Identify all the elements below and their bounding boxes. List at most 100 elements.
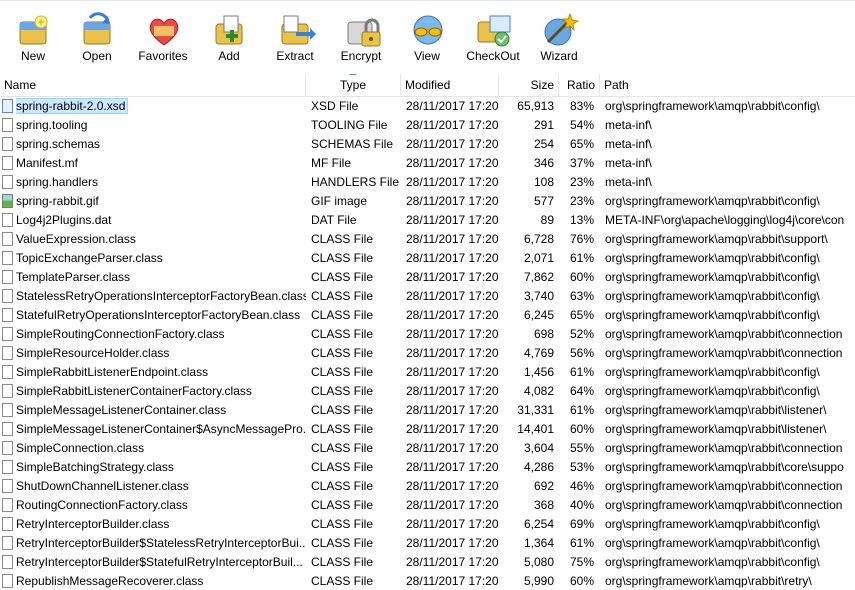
file-row[interactable]: spring-rabbit.gif GIF image 28/11/2017 17:…	[0, 192, 855, 211]
file-icon	[2, 327, 13, 341]
file-ratio: 65%	[562, 135, 594, 154]
file-row[interactable]: SimpleMessageListenerContainer.class CLAS…	[0, 401, 855, 420]
checkout-button[interactable]: CheckOut	[460, 6, 526, 68]
open-button[interactable]: Open	[64, 6, 130, 68]
column-header-path[interactable]: Path	[600, 74, 855, 96]
file-row[interactable]: SimpleConnection.class CLASS File 28/11/20…	[0, 439, 855, 458]
file-modified: 28/11/2017 17:20	[406, 116, 502, 135]
file-path-text: org\springframework\amqp\rabbit\listener…	[605, 403, 827, 417]
file-size-text: 698	[533, 327, 554, 341]
file-row[interactable]: spring.handlers HANDLERS File 28/11/2017 1…	[0, 173, 855, 192]
file-icon	[2, 137, 13, 151]
file-name-text: SimpleRabbitListenerEndpoint.class	[16, 365, 209, 379]
file-row[interactable]: ShutDownChannelListener.class CLASS File 2…	[0, 477, 855, 496]
file-modified-text: 28/11/2017 17:20	[406, 365, 499, 379]
file-row[interactable]: Manifest.mf MF File 28/11/2017 17:20 346 37%…	[0, 154, 855, 173]
file-row[interactable]: TemplateParser.class CLASS File 28/11/2017…	[0, 268, 855, 287]
file-ratio: 61%	[562, 249, 594, 268]
file-size-text: 346	[533, 156, 554, 170]
file-name: spring.handlers	[16, 173, 306, 192]
file-type-text: GIF image	[311, 194, 368, 208]
extract-button[interactable]: Extract	[262, 6, 328, 68]
file-modified-text: 28/11/2017 17:20	[406, 137, 499, 151]
add-button[interactable]: Add	[196, 6, 262, 68]
file-row[interactable]: Log4j2Plugins.dat DAT File 28/11/2017 17:2…	[0, 211, 855, 230]
file-name-text: SimpleMessageListenerContainer$AsyncMess…	[16, 422, 306, 436]
file-row[interactable]: SimpleRoutingConnectionFactory.class CLAS…	[0, 325, 855, 344]
file-path-text: org\springframework\amqp\rabbit\config\	[605, 384, 820, 398]
file-name-text: RetryInterceptorBuilder$StatelessRetryIn…	[16, 536, 306, 550]
file-name-text: Manifest.mf	[16, 156, 79, 170]
file-type: CLASS File	[311, 496, 401, 515]
file-size: 577	[500, 192, 554, 211]
favorites-button[interactable]: Favorites	[130, 6, 196, 68]
file-modified: 28/11/2017 17:20	[406, 382, 502, 401]
file-ratio: 61%	[562, 363, 594, 382]
file-ratio: 55%	[562, 439, 594, 458]
column-header-modified[interactable]: Modified	[401, 74, 499, 96]
file-row[interactable]: SimpleResourceHolder.class CLASS File 28/1…	[0, 344, 855, 363]
file-ratio: 61%	[562, 534, 594, 553]
file-row[interactable]: spring.tooling TOOLING File 28/11/2017 17:…	[0, 116, 855, 135]
column-header-size[interactable]: Size	[499, 74, 559, 96]
file-modified-text: 28/11/2017 17:20	[406, 574, 499, 588]
file-list-header: Name Type Modified Size Ratio Path	[0, 74, 855, 97]
open-archive-icon	[83, 12, 111, 45]
column-header-type[interactable]: Type	[306, 74, 401, 96]
file-name: ShutDownChannelListener.class	[16, 477, 306, 496]
new-button[interactable]: New	[0, 6, 66, 68]
file-type-text: CLASS File	[311, 422, 374, 436]
file-path: org\springframework\amqp\rabbit\listener…	[605, 420, 855, 439]
file-row[interactable]: RetryInterceptorBuilder.class CLASS File 2…	[0, 515, 855, 534]
file-row[interactable]: SimpleBatchingStrategy.class CLASS File 28…	[0, 458, 855, 477]
file-ratio: 63%	[562, 287, 594, 306]
file-row[interactable]: spring-rabbit-2.0.xsd XSD File 28/11/2017 …	[0, 97, 855, 116]
file-type: CLASS File	[311, 553, 401, 572]
file-modified: 28/11/2017 17:20	[406, 97, 502, 116]
file-size: 291	[500, 116, 554, 135]
view-button[interactable]: View	[394, 6, 460, 68]
file-path-text: org\springframework\amqp\rabbit\config\	[605, 251, 820, 265]
checkout-icon	[477, 15, 511, 47]
file-type-text: MF File	[311, 156, 351, 170]
file-row[interactable]: StatefulRetryOperationsInterceptorFactor…	[0, 306, 855, 325]
file-size-text: 89	[540, 213, 554, 227]
encrypt-button[interactable]: Encrypt	[328, 6, 394, 68]
file-row[interactable]: RetryInterceptorBuilder$StatelessRetryIn…	[0, 534, 855, 553]
file-row[interactable]: SimpleRabbitListenerEndpoint.class CLASS …	[0, 363, 855, 382]
file-path: org\springframework\amqp\rabbit\connecti…	[605, 325, 855, 344]
wizard-icon	[544, 12, 580, 46]
file-path: org\springframework\amqp\rabbit\connecti…	[605, 439, 855, 458]
file-row[interactable]: RepublishMessageRecoverer.class CLASS Fil…	[0, 572, 855, 590]
file-row[interactable]: spring.schemas SCHEMAS File 28/11/2017 17:…	[0, 135, 855, 154]
column-header-ratio[interactable]: Ratio	[559, 74, 600, 96]
file-path-text: org\springframework\amqp\rabbit\config\	[605, 365, 820, 379]
file-ratio-text: 60%	[569, 574, 594, 588]
file-modified: 28/11/2017 17:20	[406, 401, 502, 420]
file-ratio: 52%	[562, 325, 594, 344]
file-row[interactable]: SimpleMessageListenerContainer$AsyncMess…	[0, 420, 855, 439]
image-file-icon	[2, 194, 13, 208]
file-path: meta-inf\	[605, 173, 855, 192]
file-size-text: 6,728	[523, 232, 554, 246]
file-path-text: org\springframework\amqp\rabbit\config\	[605, 289, 820, 303]
file-path-text: meta-inf\	[605, 175, 652, 189]
file-row[interactable]: RetryInterceptorBuilder$StatefulRetryInt…	[0, 553, 855, 572]
file-name: TemplateParser.class	[16, 268, 306, 287]
file-type: TOOLING File	[311, 116, 401, 135]
file-path: org\springframework\amqp\rabbit\config\	[605, 515, 855, 534]
file-row[interactable]: TopicExchangeParser.class CLASS File 28/11…	[0, 249, 855, 268]
file-row[interactable]: StatelessRetryOperationsInterceptorFacto…	[0, 287, 855, 306]
wizard-button[interactable]: Wizard	[526, 6, 592, 68]
file-row[interactable]: RoutingConnectionFactory.class CLASS File…	[0, 496, 855, 515]
file-row[interactable]: ValueExpression.class CLASS File 28/11/201…	[0, 230, 855, 249]
file-type: HANDLERS File	[311, 173, 401, 192]
file-name: RetryInterceptorBuilder.class	[16, 515, 306, 534]
file-size-text: 6,254	[523, 517, 554, 531]
column-header-name[interactable]: Name	[0, 74, 306, 96]
file-path: org\springframework\amqp\rabbit\support\	[605, 230, 855, 249]
file-size-text: 4,286	[523, 460, 554, 474]
file-ratio-text: 54%	[569, 118, 594, 132]
file-modified: 28/11/2017 17:20	[406, 211, 502, 230]
file-row[interactable]: SimpleRabbitListenerContainerFactory.cla…	[0, 382, 855, 401]
